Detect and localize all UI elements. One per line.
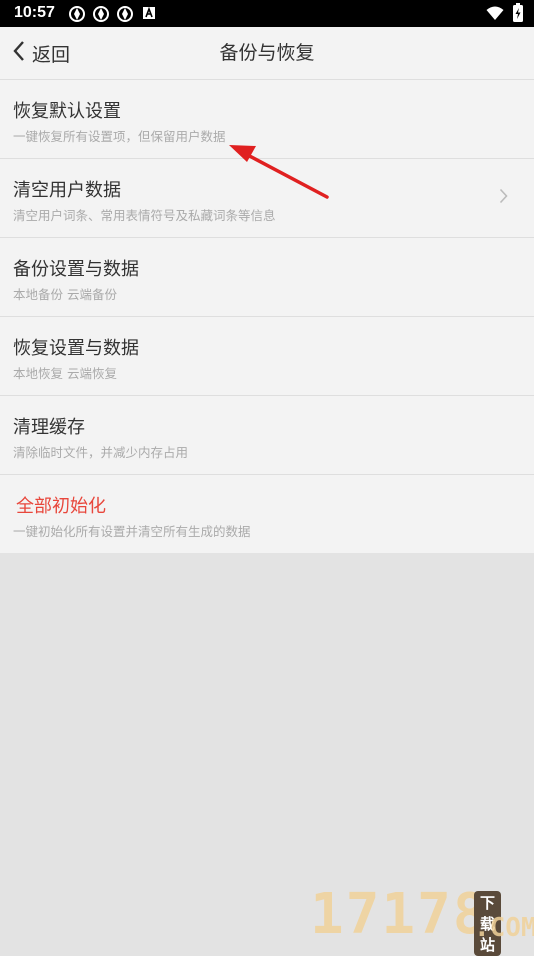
status-bar: 10:57 bbox=[0, 0, 534, 27]
clear-user-data-item[interactable]: 清空用户数据 清空用户词条、常用表情符号及私藏词条等信息 bbox=[0, 159, 534, 238]
item-subtitle: 本地恢复 云端恢复 bbox=[13, 366, 117, 381]
battery-icon bbox=[512, 3, 524, 27]
chevron-right-icon bbox=[499, 188, 508, 208]
item-title: 清理缓存 bbox=[13, 417, 85, 438]
item-subtitle: 一键恢复所有设置项，但保留用户数据 bbox=[13, 129, 226, 144]
app-notification-icon bbox=[116, 5, 134, 27]
item-title: 清空用户数据 bbox=[13, 180, 121, 201]
item-subtitle: 清除临时文件，并减少内存占用 bbox=[13, 445, 189, 460]
app-notification-icon bbox=[92, 5, 110, 27]
item-subtitle: 本地备份 云端备份 bbox=[13, 287, 117, 302]
watermark-digits: 17178 bbox=[310, 882, 489, 947]
item-title: 恢复设置与数据 bbox=[13, 338, 139, 359]
restore-defaults-item[interactable]: 恢复默认设置 一键恢复所有设置项，但保留用户数据 bbox=[0, 80, 534, 159]
app-notification-icon bbox=[68, 5, 86, 27]
factory-reset-item[interactable]: 全部初始化 一键初始化所有设置并清空所有生成的数据 bbox=[0, 475, 534, 553]
clear-cache-item[interactable]: 清理缓存 清除临时文件，并减少内存占用 bbox=[0, 396, 534, 475]
restore-settings-item[interactable]: 恢复设置与数据 本地恢复 云端恢复 bbox=[0, 317, 534, 396]
back-label: 返回 bbox=[32, 43, 71, 66]
item-subtitle: 一键初始化所有设置并清空所有生成的数据 bbox=[13, 524, 251, 539]
item-title: 全部初始化 bbox=[16, 496, 106, 517]
chevron-left-icon bbox=[12, 40, 26, 67]
status-time: 10:57 bbox=[14, 4, 55, 21]
item-title: 备份设置与数据 bbox=[13, 259, 139, 280]
page-title: 备份与恢复 bbox=[219, 42, 315, 64]
wifi-icon bbox=[486, 5, 504, 25]
backup-settings-item[interactable]: 备份设置与数据 本地备份 云端备份 bbox=[0, 238, 534, 317]
site-watermark: 17178 下载站 .COM bbox=[310, 882, 534, 956]
back-button[interactable]: 返回 bbox=[12, 27, 70, 79]
item-title: 恢复默认设置 bbox=[13, 101, 121, 122]
app-header: 返回 备份与恢复 bbox=[0, 27, 534, 80]
keyboard-notification-icon bbox=[142, 5, 156, 24]
item-subtitle: 清空用户词条、常用表情符号及私藏词条等信息 bbox=[13, 208, 276, 223]
settings-list: 恢复默认设置 一键恢复所有设置项，但保留用户数据 清空用户数据 清空用户词条、常… bbox=[0, 80, 534, 553]
watermark-domain: .COM bbox=[474, 913, 534, 943]
